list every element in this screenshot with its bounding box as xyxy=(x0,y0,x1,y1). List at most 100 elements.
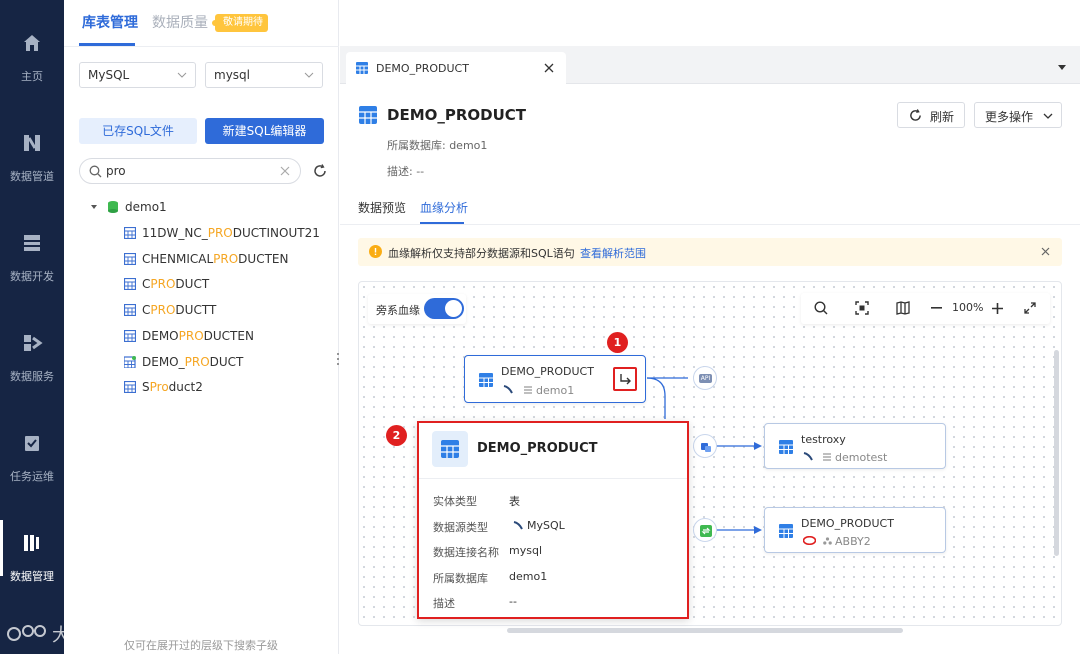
node-title: testroxy xyxy=(801,433,846,446)
detail-key: 所属数据库 xyxy=(433,571,488,585)
watermark-logo-icon xyxy=(7,625,46,641)
table-name: 11DW_NC_PRODUCTINOUT21 xyxy=(142,226,320,240)
detail-value: 表 xyxy=(509,495,520,508)
tab-library[interactable]: 库表管理 xyxy=(82,0,138,46)
divider xyxy=(419,478,687,479)
refresh-button[interactable]: 刷新 xyxy=(897,102,965,128)
db-type-select[interactable]: MySQL xyxy=(79,62,196,88)
process-icon xyxy=(701,443,711,452)
table-name: CPRODUCT xyxy=(142,277,210,292)
tab-data-preview[interactable]: 数据预览 xyxy=(358,199,406,216)
api-node[interactable]: API xyxy=(693,366,717,390)
node-db: ABBY2 xyxy=(835,535,871,548)
tab-quality[interactable]: 数据质量 xyxy=(152,0,208,46)
table-icon xyxy=(124,304,136,317)
table-icon xyxy=(124,252,136,265)
library-panel: 库表管理 数据质量 敬请期待 MySQL mysql 已存SQL文件 新建SQL… xyxy=(64,0,339,654)
search-icon[interactable] xyxy=(814,301,828,315)
chevron-down-icon xyxy=(177,72,187,78)
lineage-node-demo-product-abby2[interactable]: DEMO_PRODUCT ABBY2 xyxy=(764,507,946,553)
search-input[interactable]: pro xyxy=(79,158,301,184)
oracle-icon xyxy=(803,536,816,545)
clear-icon[interactable] xyxy=(280,166,290,176)
fit-view-icon[interactable] xyxy=(855,301,869,315)
chevron-down-icon xyxy=(304,72,314,78)
mysql-icon xyxy=(503,385,513,394)
transform-node-1[interactable] xyxy=(693,434,717,458)
node-title: DEMO_PRODUCT xyxy=(801,517,894,530)
transform-node-2[interactable] xyxy=(693,518,717,542)
lineage-node-testroxy[interactable]: testroxy demotest xyxy=(764,423,946,469)
node-db: demo1 xyxy=(536,384,575,397)
popover-icon-box xyxy=(432,431,468,467)
saved-sql-button[interactable]: 已存SQL文件 xyxy=(79,118,197,144)
close-icon[interactable] xyxy=(1041,247,1050,256)
ops-icon xyxy=(25,436,39,451)
nav-label: 数据开发 xyxy=(10,270,54,283)
expand-arrow-icon xyxy=(620,374,631,385)
table-icon xyxy=(441,440,459,458)
nav-item-home[interactable]: 主页 xyxy=(0,0,64,100)
tab-demo-product[interactable]: DEMO_PRODUCT xyxy=(346,52,566,85)
warning-icon xyxy=(369,245,382,258)
tree-database-label[interactable]: demo1 xyxy=(125,200,167,214)
switch-knob xyxy=(445,300,462,317)
node-title: DEMO_PRODUCT xyxy=(501,365,594,378)
search-hint: 仅可在展开过的层级下搜索子级 xyxy=(124,639,278,652)
page-title: DEMO_PRODUCT xyxy=(387,106,527,124)
description-line: 描述: -- xyxy=(387,165,425,178)
zoom-in-icon[interactable] xyxy=(992,303,1003,314)
refresh-icon[interactable] xyxy=(313,164,327,178)
table-name: DEMOPRODUCTEN xyxy=(142,328,254,343)
nav-label: 数据服务 xyxy=(10,370,54,383)
close-icon[interactable] xyxy=(544,63,554,73)
table-name: CPRODUCTT xyxy=(142,303,217,318)
notice-banner: 血缘解析仅支持部分数据源和SQL语句 查看解析范围 xyxy=(358,238,1062,266)
coming-soon-badge: 敬请期待 xyxy=(212,14,268,32)
nav-item-pipeline[interactable]: 数据管道 xyxy=(0,100,64,200)
search-value: pro xyxy=(106,164,126,178)
nav-item-service[interactable]: 数据服务 xyxy=(0,300,64,400)
nav-label: 主页 xyxy=(21,70,43,83)
fullscreen-icon[interactable] xyxy=(1024,302,1036,314)
table-icon xyxy=(479,373,493,387)
nav-label: 任务运维 xyxy=(10,470,54,483)
new-sql-editor-button[interactable]: 新建SQL编辑器 xyxy=(205,118,324,144)
nav-label: 数据管道 xyxy=(10,170,54,183)
database-small-icon xyxy=(823,453,831,461)
tab-lineage[interactable]: 血缘分析 xyxy=(420,199,468,216)
nav-item-ops[interactable]: 任务运维 xyxy=(0,400,64,500)
db-type-value: MySQL xyxy=(88,68,130,82)
detail-value: MySQL xyxy=(527,518,565,532)
nav-item-manage[interactable]: 数据管理 xyxy=(0,500,64,600)
database-line: 所属数据库: demo1 xyxy=(387,139,488,152)
more-actions-button[interactable]: 更多操作 xyxy=(974,102,1062,128)
sync-icon xyxy=(700,525,712,537)
horizontal-scrollbar[interactable] xyxy=(507,628,903,633)
lineage-node-source[interactable]: DEMO_PRODUCT demo1 xyxy=(464,355,646,403)
refresh-label: 刷新 xyxy=(930,110,955,124)
detail-key: 描述 xyxy=(433,597,455,611)
tab-menu-icon[interactable] xyxy=(1058,65,1066,71)
node-detail-popover: DEMO_PRODUCT 实体类型 表数据源类型 MySQL 数据连接名称 mysql 所… xyxy=(417,421,689,619)
side-lineage-toggle-box: 旁系血缘 xyxy=(368,294,466,324)
caret-down-icon[interactable] xyxy=(91,204,97,210)
mysql-icon xyxy=(803,452,813,461)
expand-lineage-button[interactable] xyxy=(613,367,637,391)
zoom-level: 100% xyxy=(952,301,984,314)
table-icon xyxy=(124,227,136,239)
table-icon xyxy=(359,106,377,124)
zoom-out-icon[interactable] xyxy=(931,307,942,309)
notice-link[interactable]: 查看解析范围 xyxy=(580,245,646,261)
table-name: CHENMICALPRODUCTEN xyxy=(142,251,289,266)
schema-icon xyxy=(823,537,832,545)
detail-value: mysql xyxy=(509,544,542,558)
db-name-select[interactable]: mysql xyxy=(205,62,323,88)
map-icon[interactable] xyxy=(896,301,910,315)
side-lineage-switch[interactable] xyxy=(424,298,464,319)
table-icon xyxy=(779,440,793,454)
vertical-scrollbar[interactable] xyxy=(1054,350,1059,556)
home-icon xyxy=(24,35,40,51)
nav-item-dev[interactable]: 数据开发 xyxy=(0,200,64,300)
dev-icon xyxy=(24,235,40,251)
